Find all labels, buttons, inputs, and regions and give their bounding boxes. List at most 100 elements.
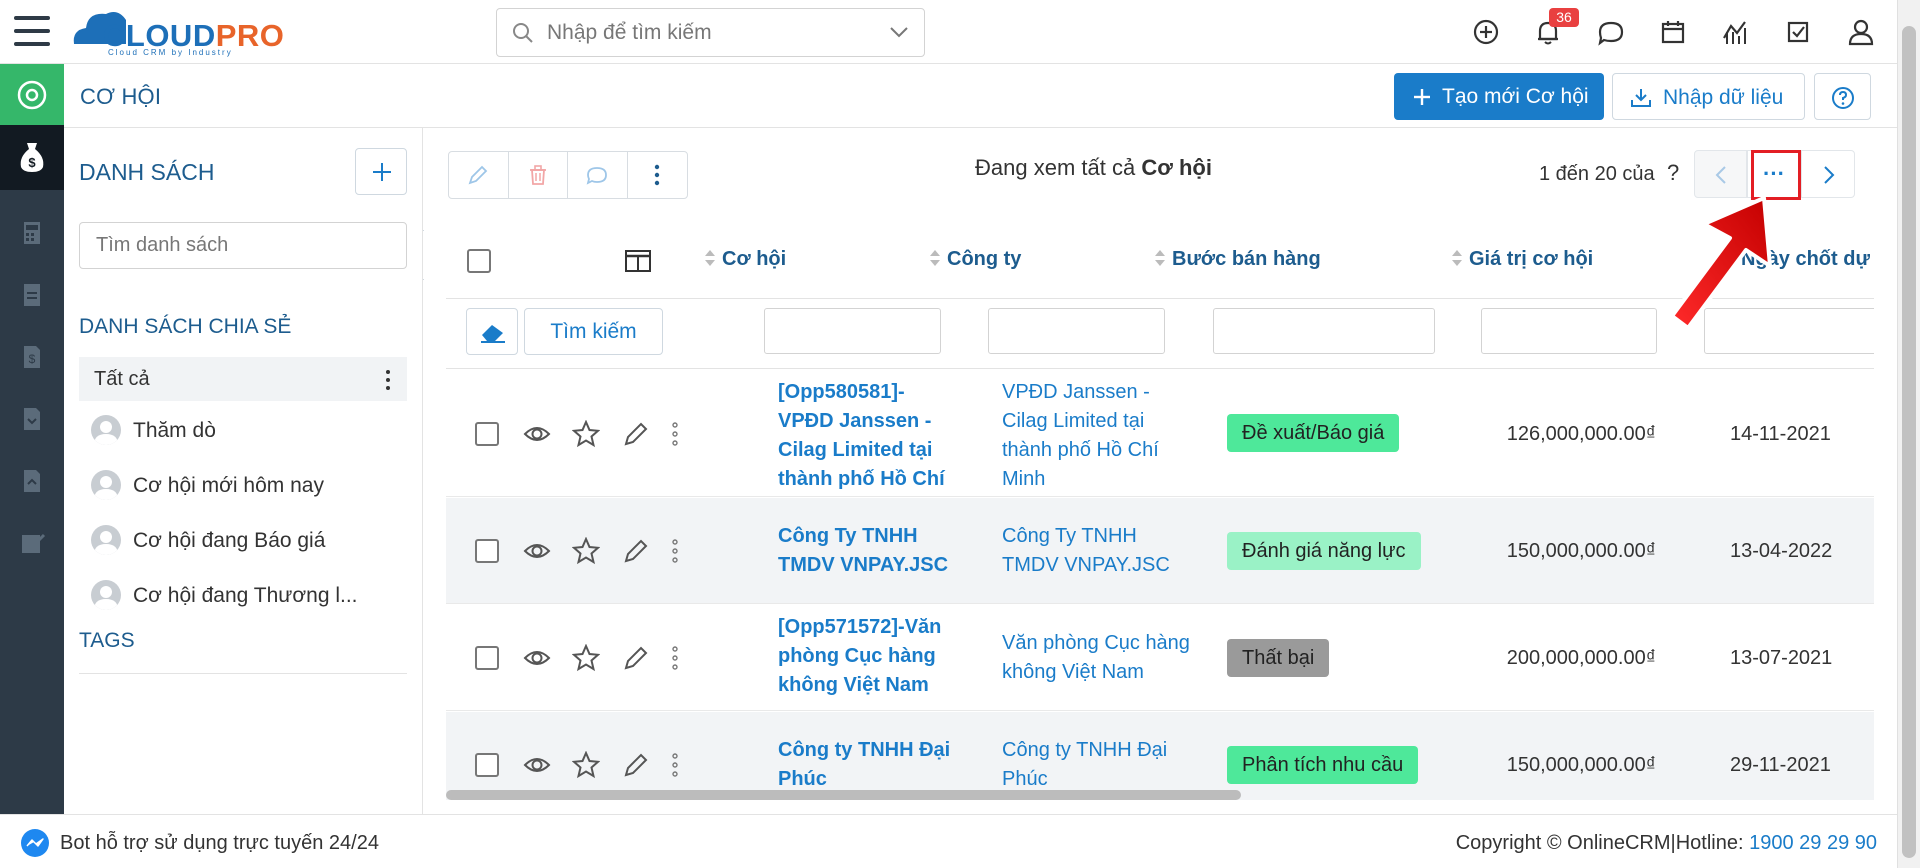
download-doc-icon[interactable]: [16, 403, 48, 435]
list-item-all[interactable]: Tất cả: [79, 357, 407, 401]
stage-badge: Đánh giá năng lực: [1227, 532, 1421, 570]
filter-opportunity-input[interactable]: [764, 308, 941, 354]
sign-doc-icon[interactable]: [16, 527, 48, 559]
vertical-scrollbar[interactable]: [1897, 0, 1920, 868]
opportunity-link[interactable]: [Opp571572]-Văn phòng Cục hàng không Việ…: [778, 613, 956, 700]
edit-button[interactable]: [449, 152, 509, 198]
row-checkbox[interactable]: [475, 753, 499, 777]
pencil-icon[interactable]: [622, 537, 650, 565]
search-icon: [513, 23, 533, 43]
chevron-left-icon: [1715, 166, 1726, 184]
eye-icon[interactable]: [523, 644, 551, 672]
import-data-button[interactable]: Nhập dữ liệu: [1612, 73, 1805, 120]
chat-icon[interactable]: [1595, 16, 1627, 48]
avatar-icon: [91, 525, 121, 555]
column-header-company[interactable]: Công ty: [929, 248, 1021, 271]
page-header: CƠ HỘI Tạo mới Cơ hội Nhập dữ liệu: [64, 64, 1897, 128]
calculator-icon[interactable]: [16, 217, 48, 249]
list-item-label: Cơ hội đang Thương l...: [133, 584, 358, 607]
columns-icon[interactable]: [625, 250, 651, 272]
column-header-sales-stage[interactable]: Bước bán hàng: [1154, 248, 1321, 271]
company-link[interactable]: VPĐD Janssen - Cilag Limited tại thành p…: [1002, 378, 1192, 494]
help-button[interactable]: [1814, 73, 1871, 120]
avatar-icon: [91, 415, 121, 445]
filter-stage-input[interactable]: [1213, 308, 1435, 354]
row-checkbox[interactable]: [475, 539, 499, 563]
scrollbar-thumb[interactable]: [1902, 26, 1916, 858]
search-button[interactable]: Tìm kiếm: [524, 308, 663, 355]
add-list-button[interactable]: [355, 148, 407, 195]
kebab-menu-icon[interactable]: [671, 537, 679, 565]
eye-icon[interactable]: [523, 420, 551, 448]
column-label: Cơ hội: [722, 248, 787, 270]
table-row[interactable]: Công ty TNHH Đại Phúc Công ty TNHH Đại P…: [446, 712, 1874, 800]
kebab-menu-icon[interactable]: [671, 420, 679, 448]
column-header-opportunity[interactable]: Cơ hội: [704, 248, 786, 271]
pagination-total-unknown[interactable]: ?: [1667, 160, 1679, 186]
row-checkbox[interactable]: [475, 646, 499, 670]
kebab-menu-icon[interactable]: [384, 369, 392, 391]
list-item[interactable]: Cơ hội đang Báo giá: [91, 521, 401, 561]
horizontal-scrollbar[interactable]: [446, 790, 1241, 800]
document-icon[interactable]: [16, 279, 48, 311]
sort-icon: [1155, 250, 1165, 266]
add-circle-icon[interactable]: [1470, 16, 1502, 48]
company-link[interactable]: Văn phòng Cục hàng không Việt Nam: [1002, 629, 1192, 687]
hotline-link[interactable]: 1900 29 29 90: [1749, 832, 1877, 854]
star-icon[interactable]: [572, 751, 600, 779]
select-all-checkbox[interactable]: [467, 249, 491, 273]
bot-support-text[interactable]: Bot hỗ trợ sử dụng trực tuyến 24/24: [60, 832, 379, 855]
eye-icon[interactable]: [523, 751, 551, 779]
stage-badge: Thất bại: [1227, 639, 1330, 677]
kebab-menu-icon[interactable]: [671, 644, 679, 672]
eraser-icon: [481, 325, 505, 343]
star-icon[interactable]: [572, 420, 600, 448]
upload-doc-icon[interactable]: [16, 465, 48, 497]
table-row[interactable]: [Opp580581]-VPĐD Janssen - Cilag Limited…: [446, 370, 1874, 519]
next-page-button[interactable]: [1801, 150, 1855, 198]
list-item[interactable]: Cơ hội đang Thương l...: [91, 576, 401, 616]
avatar-icon: [91, 470, 121, 500]
nav-home[interactable]: [0, 64, 64, 125]
table-row[interactable]: Công Ty TNHH TMDV VNPAY.JSC Công Ty TNHH…: [446, 498, 1874, 604]
task-checkbox-icon[interactable]: [1782, 16, 1814, 48]
opportunity-value: 200,000,000.00₫: [1506, 647, 1656, 669]
create-opportunity-button[interactable]: Tạo mới Cơ hội: [1394, 73, 1604, 120]
close-date: 29-11-2021: [1730, 754, 1831, 776]
opportunity-link[interactable]: Công Ty TNHH TMDV VNPAY.JSC: [778, 522, 956, 580]
kebab-menu-icon[interactable]: [671, 751, 679, 779]
filter-value-input[interactable]: [1481, 308, 1657, 354]
column-header-value[interactable]: Giá trị cơ hội: [1451, 248, 1593, 271]
more-actions-button[interactable]: [628, 152, 688, 198]
list-item[interactable]: Cơ hội mới hôm nay: [91, 466, 401, 506]
star-icon[interactable]: [572, 537, 600, 565]
hamburger-menu-icon[interactable]: [14, 14, 50, 48]
comment-button[interactable]: [568, 152, 628, 198]
money-bag-icon: $: [20, 143, 44, 172]
global-search-input[interactable]: [547, 20, 877, 46]
list-item[interactable]: Thăm dò: [91, 411, 401, 451]
company-link[interactable]: Công Ty TNHH TMDV VNPAY.JSC: [1002, 522, 1192, 580]
cloudpro-logo[interactable]: CLOUDPRO Cloud CRM by Industry: [70, 4, 295, 57]
list-search-input[interactable]: [79, 222, 407, 269]
global-search-box[interactable]: [496, 8, 925, 57]
user-icon[interactable]: [1845, 16, 1877, 48]
chevron-down-icon[interactable]: [889, 25, 909, 39]
invoice-icon[interactable]: $: [16, 341, 48, 373]
pencil-icon[interactable]: [622, 420, 650, 448]
messenger-icon[interactable]: [20, 828, 50, 858]
clear-filter-button[interactable]: [466, 308, 518, 355]
delete-button[interactable]: [509, 152, 568, 198]
chart-icon[interactable]: [1720, 16, 1752, 48]
opportunity-link[interactable]: Công ty TNHH Đại Phúc: [778, 736, 956, 794]
calendar-icon[interactable]: [1657, 16, 1689, 48]
company-link[interactable]: Công ty TNHH Đại Phúc: [1002, 736, 1192, 794]
filter-company-input[interactable]: [988, 308, 1165, 354]
row-checkbox[interactable]: [475, 422, 499, 446]
pencil-icon[interactable]: [622, 644, 650, 672]
star-icon[interactable]: [572, 644, 600, 672]
pencil-icon[interactable]: [622, 751, 650, 779]
nav-opportunities[interactable]: $: [0, 125, 64, 190]
table-row[interactable]: [Opp571572]-Văn phòng Cục hàng không Việ…: [446, 605, 1874, 711]
eye-icon[interactable]: [523, 537, 551, 565]
